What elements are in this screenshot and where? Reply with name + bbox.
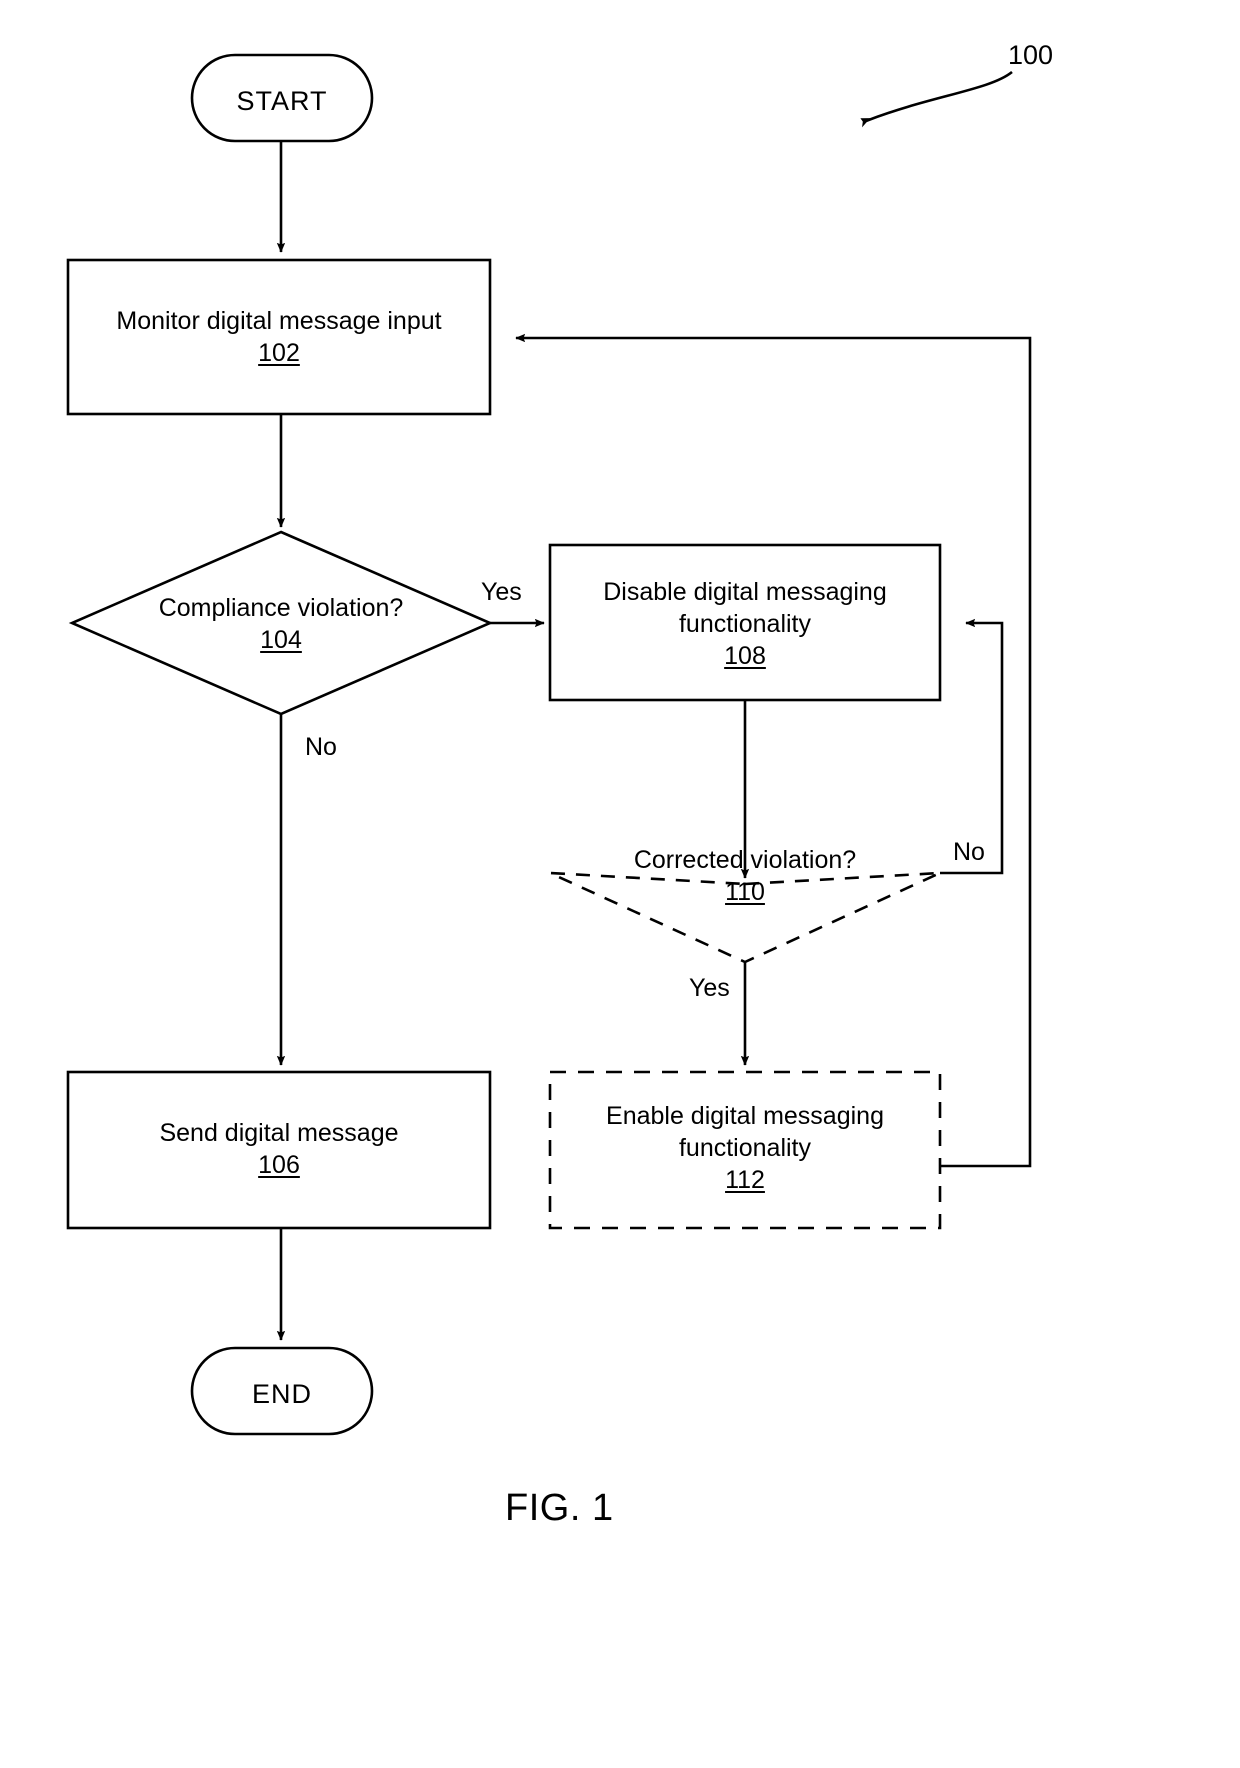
node-monitor-shape [66,258,492,416]
node-enable-shape [548,1070,942,1230]
callout-leader-arrow [860,70,1013,128]
figure-callout-number: 100 [1008,40,1054,70]
node-end-shape [190,1346,374,1436]
edge-corrected-no-to-disable [940,618,1004,875]
edge-label-compliance-yes: Yes [481,578,522,606]
flowchart-graphics [66,53,1032,1436]
node-compliance-shape [68,530,494,716]
figure-caption: FIG. 1 [505,1487,614,1529]
edge-enable-to-monitor-feedback [515,333,1032,1168]
edge-label-corrected-no: No [953,838,985,866]
figure-canvas: 100 START Monitor digital message input … [0,0,1240,1768]
edge-label-corrected-yes: Yes [689,974,730,1002]
node-start-shape [190,53,374,143]
node-corrected-shape [549,871,941,964]
node-disable-shape [548,543,942,702]
node-send-shape [66,1070,492,1230]
edge-label-compliance-no: No [305,733,337,761]
